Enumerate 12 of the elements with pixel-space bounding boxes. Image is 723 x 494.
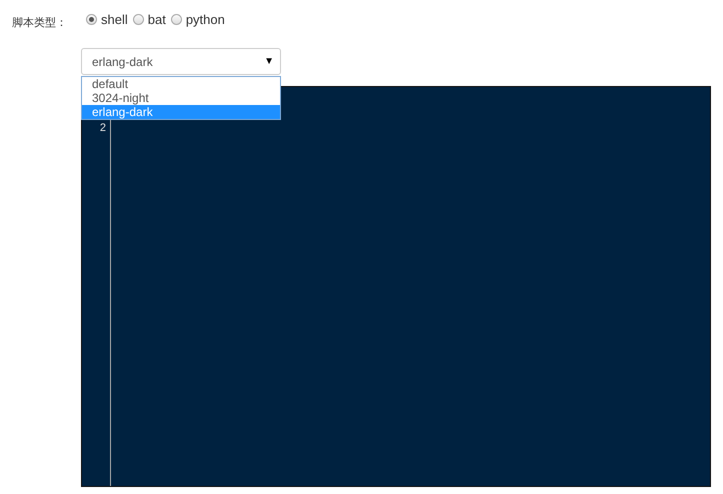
field-label: 脚本类型： [12, 16, 68, 30]
dropdown-value: erlang-dark [92, 54, 153, 68]
radio-button[interactable] [86, 14, 97, 24]
radio-label[interactable]: shell [101, 12, 128, 26]
caret-icon: ▼ [264, 56, 274, 67]
dropdown-option[interactable]: 3024-night [82, 91, 280, 105]
radio-label[interactable]: python [186, 12, 225, 26]
radio-button[interactable] [132, 14, 144, 24]
radio-button[interactable] [170, 14, 182, 24]
line-number: 2 [98, 121, 107, 135]
radio-label[interactable]: bat [148, 12, 166, 26]
theme-dropdown[interactable]: erlang-dark ▼ [81, 48, 281, 75]
